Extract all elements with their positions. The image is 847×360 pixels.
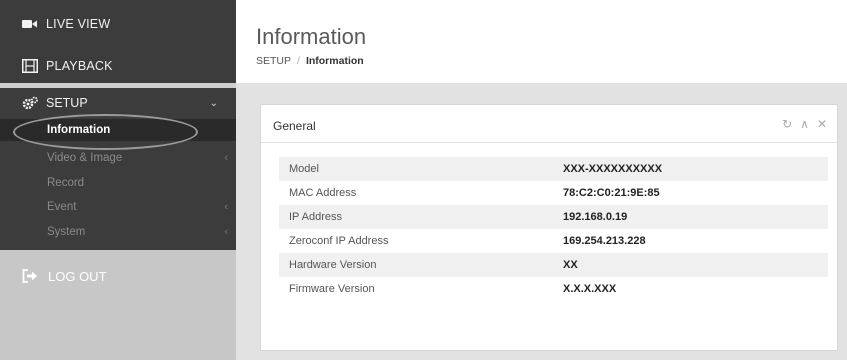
- sidebar-item-event[interactable]: Event ‹: [47, 198, 232, 216]
- sidebar-item-playback[interactable]: PLAYBACK: [22, 56, 113, 76]
- sidebar-item-video-image[interactable]: Video & Image ‹: [47, 149, 232, 167]
- sidebar-item-label: Video & Image: [47, 152, 123, 164]
- info-table: Model XXX-XXXXXXXXXX MAC Address 78:C2:C…: [279, 157, 828, 301]
- breadcrumb-current: Information: [305, 55, 364, 67]
- row-value-ip-address: 192.168.0.19: [563, 211, 628, 223]
- refresh-icon[interactable]: ↻: [782, 118, 792, 130]
- sidebar-item-label: PLAYBACK: [46, 59, 113, 73]
- sidebar-item-system[interactable]: System ‹: [47, 223, 232, 241]
- table-row: Firmware Version X.X.X.XXX: [279, 277, 828, 301]
- sidebar-item-label: Information: [47, 124, 111, 136]
- table-row: IP Address 192.168.0.19: [279, 205, 828, 229]
- sidebar-item-information[interactable]: Information: [47, 121, 232, 139]
- sidebar-item-setup[interactable]: SETUP ⌄: [22, 93, 218, 113]
- row-value-firmware-version: X.X.X.XXX: [563, 283, 617, 295]
- sidebar-item-record[interactable]: Record: [47, 174, 232, 192]
- panel-header: General ↻ ∧ ✕: [261, 105, 837, 143]
- breadcrumb-separator: /: [297, 55, 300, 67]
- collapse-icon[interactable]: ∧: [800, 118, 809, 130]
- table-row: Hardware Version XX: [279, 253, 828, 277]
- chevron-left-icon: ‹: [224, 152, 228, 164]
- chevron-down-icon: ⌄: [209, 97, 218, 109]
- panel-tools: ↻ ∧ ✕: [782, 118, 827, 130]
- chevron-left-icon: ‹: [224, 226, 228, 238]
- close-icon[interactable]: ✕: [817, 118, 827, 130]
- table-row: Model XXX-XXXXXXXXXX: [279, 157, 828, 181]
- sidebar-item-live-view[interactable]: LIVE VIEW: [22, 14, 110, 34]
- row-label-hardware-version: Hardware Version: [289, 259, 377, 271]
- sidebar-item-label: Record: [47, 177, 85, 189]
- general-panel: General ↻ ∧ ✕ Model XXX-XXXXXXXXXX MAC A…: [260, 104, 838, 351]
- breadcrumb: SETUP / Information: [256, 55, 364, 67]
- video-camera-icon: [22, 17, 38, 31]
- sidebar-item-label: SETUP: [46, 96, 88, 110]
- row-label-ip-address: IP Address: [289, 211, 342, 223]
- logout-label: LOG OUT: [48, 268, 107, 284]
- row-value-mac-address: 78:C2:C0:21:9E:85: [563, 187, 660, 199]
- sidebar-item-label: LIVE VIEW: [46, 17, 111, 31]
- logout-button[interactable]: LOG OUT: [22, 266, 107, 286]
- main-content: Information SETUP / Information General …: [236, 0, 847, 360]
- row-label-mac-address: MAC Address: [289, 187, 357, 199]
- gears-icon: [22, 96, 38, 110]
- film-icon: [22, 59, 38, 73]
- table-row: Zeroconf IP Address 169.254.213.228: [279, 229, 828, 253]
- panel-title: General: [273, 119, 316, 133]
- row-value-zeroconf-ip-address: 169.254.213.228: [563, 235, 646, 247]
- table-row: MAC Address 78:C2:C0:21:9E:85: [279, 181, 828, 205]
- sidebar: LIVE VIEW PLAYBACK SETUP ⌄ Information V…: [0, 0, 236, 360]
- row-value-model: XXX-XXXXXXXXXX: [563, 163, 663, 175]
- chevron-left-icon: ‹: [224, 201, 228, 213]
- sign-out-icon: [22, 269, 38, 283]
- sidebar-item-label: System: [47, 226, 86, 238]
- row-value-hardware-version: XX: [563, 259, 578, 271]
- row-label-zeroconf-ip-address: Zeroconf IP Address: [289, 235, 389, 247]
- row-label-firmware-version: Firmware Version: [289, 283, 375, 295]
- sidebar-item-label: Event: [47, 201, 77, 213]
- breadcrumb-root[interactable]: SETUP: [256, 55, 291, 67]
- row-label-model: Model: [289, 163, 319, 175]
- page-title: Information: [256, 24, 367, 49]
